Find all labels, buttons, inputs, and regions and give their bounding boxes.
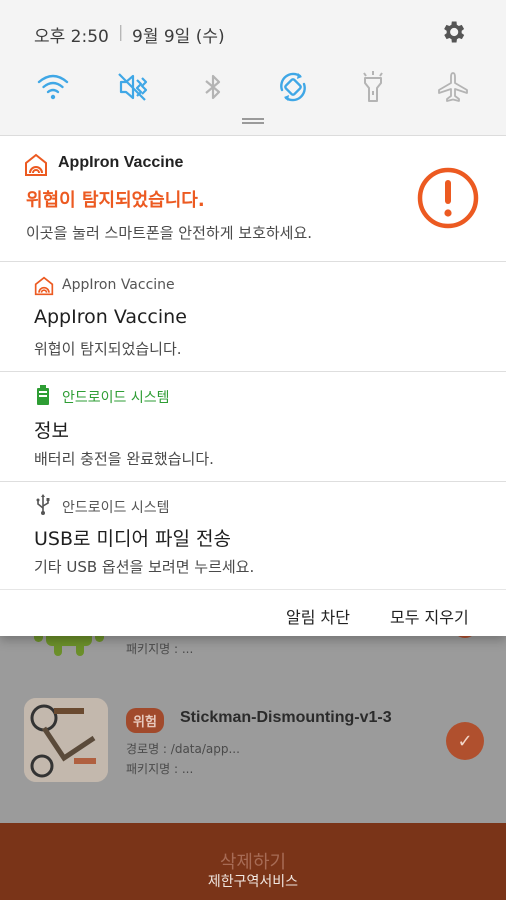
stickman-thumbnail-icon (24, 698, 108, 782)
danger-badge: 위험 (126, 708, 164, 733)
appiron-icon (25, 153, 47, 176)
path-label: 경로명 : /data/app... (126, 742, 240, 756)
notification-title: 정보 (34, 420, 69, 442)
drag-handle[interactable] (242, 118, 264, 124)
notification-body: 이곳을 눌러 스마트폰을 안전하게 보호하세요. (26, 224, 313, 242)
notification-shade: 오후 2:50 | 9월 9일 (수) AppIron Vaccine 위협이 … (0, 0, 506, 636)
wifi-icon[interactable] (36, 70, 70, 104)
notification-title: 위협이 탐지되었습니다. (26, 190, 205, 211)
status-time: 오후 2:50 (34, 27, 109, 47)
check-circle-icon[interactable]: ✓ (446, 722, 484, 760)
appiron-icon (34, 276, 54, 296)
app-thumbnail (24, 698, 108, 782)
notification-action-bar: 알림 차단 모두 지우기 (0, 590, 506, 636)
quick-settings-row (0, 64, 506, 136)
auto-rotate-icon[interactable] (276, 70, 310, 104)
notification-app-name: 안드로이드 시스템 (62, 500, 170, 516)
status-separator: | (118, 22, 124, 41)
status-header: 오후 2:50 | 9월 9일 (수) (0, 0, 506, 64)
clear-all-button[interactable]: 모두 지우기 (390, 604, 469, 628)
battery-icon (37, 385, 49, 405)
exclamation-circle-icon (417, 167, 479, 229)
package-name-label: 패키지명 : ... (126, 642, 194, 656)
sound-mute-icon[interactable] (115, 70, 149, 104)
flashlight-icon[interactable] (356, 70, 390, 104)
notification-body: 기타 USB 옵션을 보려면 누르세요. (34, 558, 255, 576)
notification-battery[interactable]: 안드로이드 시스템 정보 배터리 충전을 완료했습니다. (0, 372, 506, 482)
notification-app-name: AppIron Vaccine (62, 277, 175, 293)
footer-text: 제한구역서비스 (207, 874, 299, 890)
bluetooth-icon[interactable] (196, 70, 230, 104)
notification-usb[interactable]: 안드로이드 시스템 USB로 미디어 파일 전송 기타 USB 옵션을 보려면 … (0, 482, 506, 590)
package-name-label: 패키지명 : ... (126, 762, 194, 776)
notification-body: 위협이 탐지되었습니다. (34, 340, 182, 358)
notification-title: USB로 미디어 파일 전송 (34, 528, 231, 550)
notification-appiron[interactable]: AppIron Vaccine AppIron Vaccine 위협이 탐지되었… (0, 262, 506, 372)
notification-app-name: AppIron Vaccine (58, 154, 184, 171)
detected-app-name: Stickman-Dismounting-v1-3 (180, 709, 392, 726)
usb-icon (36, 494, 50, 515)
notification-body: 배터리 충전을 완료했습니다. (34, 450, 214, 468)
notification-title: AppIron Vaccine (34, 306, 187, 328)
block-notifications-button[interactable]: 알림 차단 (286, 604, 350, 628)
notification-appiron-alert[interactable]: AppIron Vaccine 위협이 탐지되었습니다. 이곳을 눌러 스마트폰… (0, 136, 506, 262)
gear-icon[interactable] (439, 18, 467, 46)
status-date[interactable]: 9월 9일 (수) (132, 22, 225, 47)
notification-app-name: 안드로이드 시스템 (62, 390, 170, 406)
airplane-mode-icon[interactable] (436, 70, 470, 104)
